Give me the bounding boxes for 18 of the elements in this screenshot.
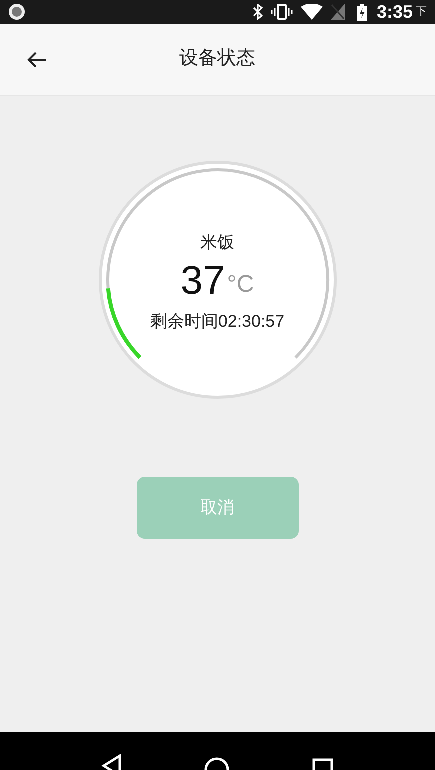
- record-icon: [8, 3, 26, 21]
- home-nav-icon[interactable]: [204, 756, 230, 770]
- recents-nav-icon[interactable]: [312, 758, 334, 770]
- temperature-unit: °C: [227, 270, 254, 300]
- gauge-fill: [106, 288, 142, 360]
- vibrate-icon: [270, 4, 293, 20]
- clock-period: 下: [416, 4, 427, 20]
- signal-icon: [330, 4, 345, 20]
- page-title: 设备状态: [180, 47, 256, 72]
- food-name: 米饭: [200, 232, 234, 254]
- temperature-value: 37: [180, 259, 226, 303]
- battery-icon: [356, 4, 367, 20]
- cancel-button[interactable]: 取消: [136, 477, 298, 539]
- wifi-icon: [300, 4, 323, 20]
- back-nav-icon[interactable]: [100, 754, 123, 770]
- remaining-time: 剩余时间02:30:57: [150, 311, 285, 333]
- bluetooth-icon: [252, 4, 263, 20]
- clock-time: 3:35: [376, 0, 413, 24]
